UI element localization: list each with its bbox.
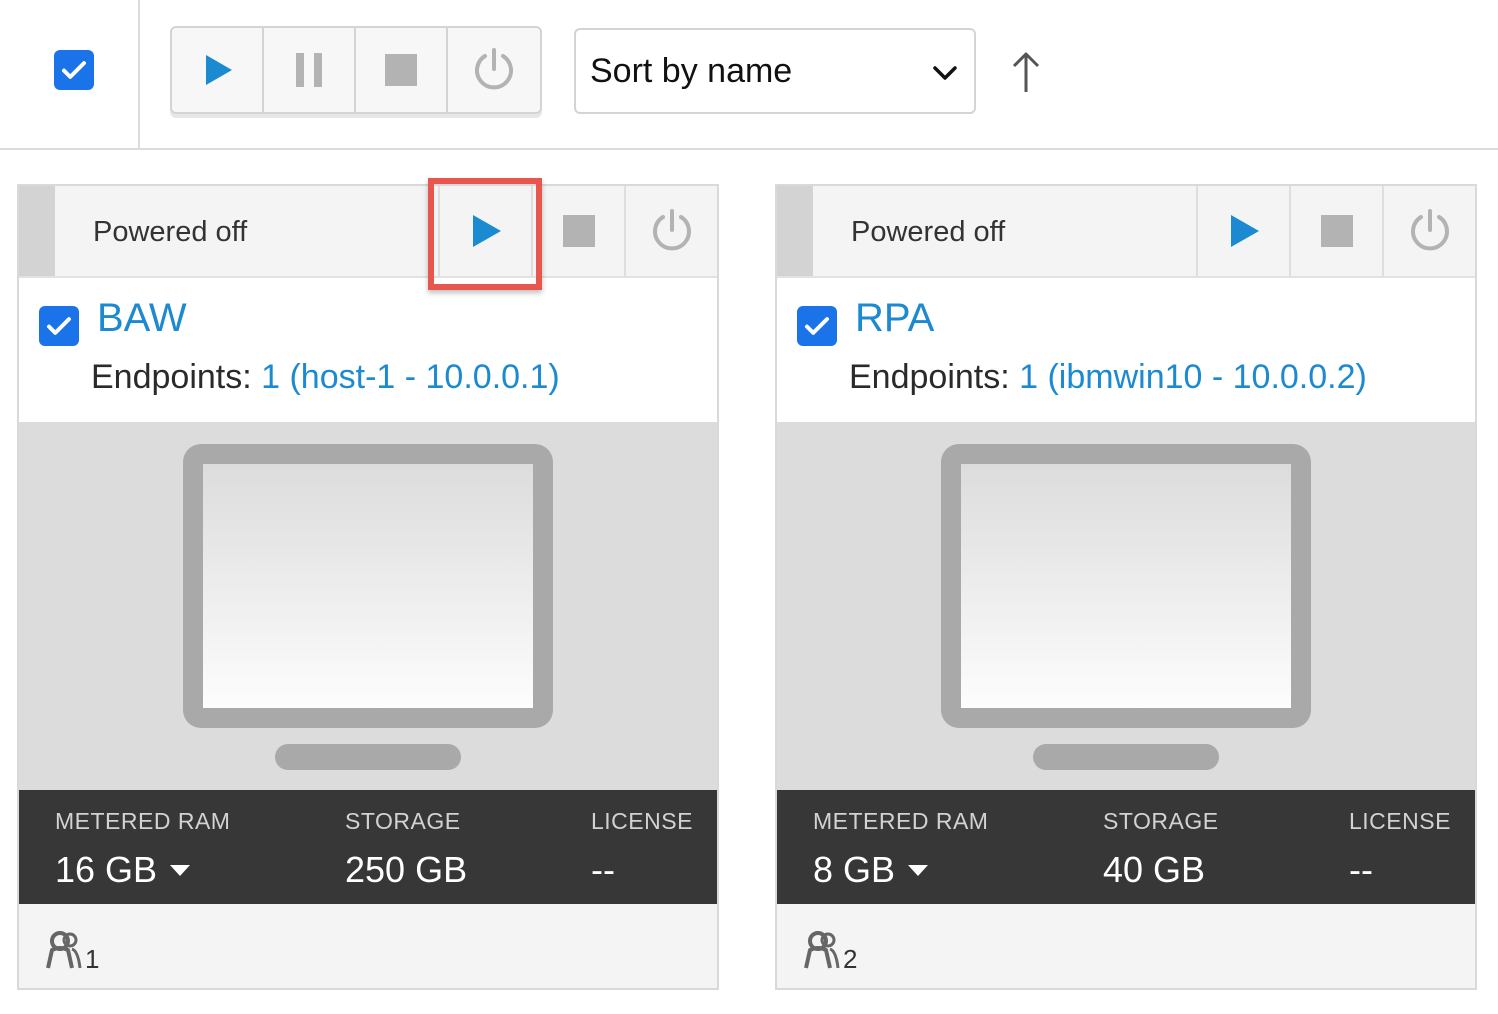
users-icon: [804, 931, 840, 969]
user-count: 2: [843, 944, 858, 974]
vm-name-link[interactable]: RPA: [855, 296, 934, 341]
stat-license: LICENSE --: [1349, 808, 1451, 891]
vm-select-checkbox[interactable]: [39, 306, 79, 346]
endpoints-label: Endpoints:: [849, 358, 1010, 396]
vm-stats-bar: METERED RAM 16 GB STORAGE 250 GB LICENSE…: [19, 790, 717, 904]
monitor-icon: [183, 444, 553, 728]
stop-icon: [562, 215, 595, 247]
vm-card-info: BAW Endpoints: 1 (host-1 - 10.0.0.1): [19, 278, 717, 422]
endpoints-link[interactable]: 1 (ibmwin10 - 10.0.0.2): [1019, 358, 1367, 396]
vm-name-link[interactable]: BAW: [97, 296, 187, 341]
stat-label: LICENSE: [591, 808, 693, 834]
user-count: 1: [85, 944, 100, 974]
sort-select-value: Sort by name: [590, 51, 793, 90]
status-indicator: [777, 186, 813, 276]
vm-card-footer: 1: [19, 904, 717, 988]
stat-value: --: [591, 849, 615, 890]
vm-endpoints: Endpoints: 1 (host-1 - 10.0.0.1): [91, 358, 560, 397]
stat-label: STORAGE: [1103, 808, 1219, 834]
power-icon: [652, 209, 691, 251]
ram-dropdown[interactable]: 8 GB: [813, 849, 988, 891]
caret-down-icon: [170, 865, 191, 876]
bulk-action-buttons: [170, 26, 542, 114]
power-all-button[interactable]: [448, 28, 540, 112]
vm-select-checkbox[interactable]: [797, 306, 837, 346]
vm-stop-button[interactable]: [1289, 186, 1382, 276]
vm-status: Powered off: [851, 216, 1006, 248]
sort-select[interactable]: Sort by name: [574, 28, 976, 114]
stat-value: 16 GB: [55, 849, 158, 890]
ram-dropdown[interactable]: 16 GB: [55, 849, 230, 891]
sort-direction-toggle[interactable]: [1004, 48, 1048, 96]
vm-card: Powered off BAW Endpoints: 1 (host-1 - 1…: [17, 184, 719, 990]
vm-endpoints: Endpoints: 1 (ibmwin10 - 10.0.0.2): [849, 358, 1367, 397]
stat-value: --: [1349, 849, 1373, 890]
stop-all-button[interactable]: [356, 28, 448, 112]
vm-status: Powered off: [93, 216, 248, 248]
vm-card-header: Powered off: [19, 186, 717, 278]
play-icon: [472, 215, 501, 247]
pause-icon: [296, 53, 322, 87]
stat-metered-ram: METERED RAM 8 GB: [813, 808, 988, 891]
power-icon: [1410, 209, 1449, 251]
select-all-checkbox[interactable]: [54, 50, 94, 90]
checkmark-icon: [47, 317, 71, 335]
vm-start-button[interactable]: [1196, 186, 1289, 276]
vm-card-footer: 2: [777, 904, 1475, 988]
chevron-down-icon: [933, 66, 957, 80]
vm-stop-button[interactable]: [531, 186, 624, 276]
stat-label: LICENSE: [1349, 808, 1451, 834]
start-all-button[interactable]: [172, 28, 264, 112]
stat-value: 40 GB: [1103, 849, 1206, 890]
monitor-icon: [941, 444, 1311, 728]
stat-storage: STORAGE 40 GB: [1103, 808, 1219, 891]
stat-value: 250 GB: [345, 849, 468, 890]
vm-power-button[interactable]: [624, 186, 717, 276]
stop-icon: [385, 54, 417, 86]
toolbar-divider: [138, 0, 140, 148]
vm-start-button[interactable]: [438, 186, 531, 276]
vm-power-button[interactable]: [1382, 186, 1475, 276]
endpoints-link[interactable]: 1 (host-1 - 10.0.0.1): [261, 358, 560, 396]
vm-stats-bar: METERED RAM 8 GB STORAGE 40 GB LICENSE -…: [777, 790, 1475, 904]
stat-value: 8 GB: [813, 849, 896, 890]
play-icon: [1230, 215, 1259, 247]
monitor-stand: [275, 744, 461, 770]
status-indicator: [19, 186, 55, 276]
toolbar: Sort by name: [0, 0, 1498, 150]
vm-card-header: Powered off: [777, 186, 1475, 278]
monitor-stand: [1033, 744, 1219, 770]
vm-card-info: RPA Endpoints: 1 (ibmwin10 - 10.0.0.2): [777, 278, 1475, 422]
users-icon: [46, 931, 82, 969]
stat-label: METERED RAM: [55, 808, 231, 834]
stat-label: METERED RAM: [813, 808, 989, 834]
checkmark-icon: [805, 317, 829, 335]
stat-license: LICENSE --: [591, 808, 693, 891]
pause-all-button[interactable]: [264, 28, 356, 112]
vm-screen-preview[interactable]: [777, 422, 1475, 790]
power-icon: [474, 48, 513, 90]
vm-card: Powered off RPA Endpoints: 1 (ibmwin10 -…: [775, 184, 1477, 990]
stat-label: STORAGE: [345, 808, 461, 834]
play-icon: [206, 55, 232, 85]
checkmark-icon: [62, 61, 86, 79]
caret-down-icon: [908, 865, 929, 876]
stat-metered-ram: METERED RAM 16 GB: [55, 808, 230, 891]
vm-screen-preview[interactable]: [19, 422, 717, 790]
stop-icon: [1320, 215, 1353, 247]
endpoints-label: Endpoints:: [91, 358, 252, 396]
arrow-up-icon: [1012, 52, 1040, 92]
stat-storage: STORAGE 250 GB: [345, 808, 467, 891]
